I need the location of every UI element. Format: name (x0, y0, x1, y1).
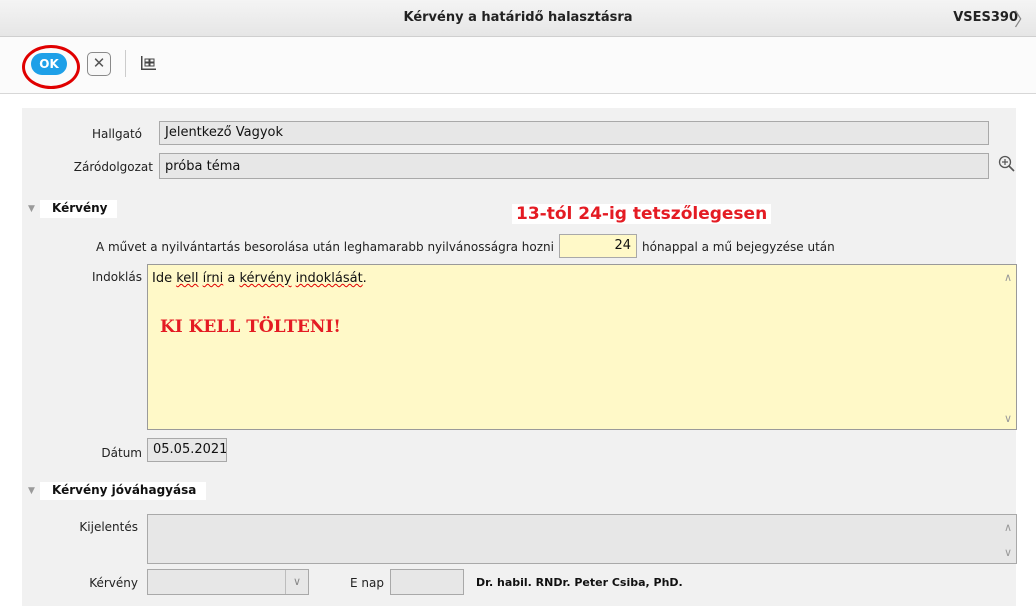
request-select-label: Kérvény (89, 576, 138, 590)
zoom-in-icon[interactable] (998, 155, 1016, 173)
months-suffix: hónappal a mű bejegyzése után (642, 240, 835, 254)
date-field: 05.05.2021 (147, 438, 227, 462)
title-bar: Kérvény a határidő halasztásra VSES390 〉 (0, 0, 1036, 37)
chevron-right-icon[interactable]: 〉 (1014, 6, 1032, 32)
statement-field: ∧ ∨ (147, 514, 1017, 564)
months-input[interactable]: 24 (559, 234, 637, 258)
window-title: Kérvény a határidő halasztásra (403, 10, 633, 25)
reason-text-part: indoklását (295, 271, 363, 286)
reason-text-part: Ide (152, 271, 177, 286)
approval-section-title: Kérvény jóváhagyása (40, 482, 207, 500)
collapse-triangle-icon[interactable]: ▼ (28, 204, 35, 214)
scroll-up-icon[interactable]: ∧ (1004, 521, 1012, 534)
date-label: Dátum (101, 446, 142, 460)
chevron-down-icon[interactable]: ∨ (285, 570, 308, 594)
approver-name: Dr. habil. RNDr. Peter Csiba, PhD. (476, 576, 683, 589)
request-section-title: Kérvény (40, 200, 118, 218)
enap-field (390, 569, 464, 595)
statement-label: Kijelentés (79, 520, 138, 534)
thesis-field: próba téma (159, 153, 989, 179)
reason-textarea[interactable]: Ide kell írni a kérvény indoklását. KI K… (147, 264, 1017, 430)
reason-text-part: kell (176, 271, 199, 286)
scroll-down-icon[interactable]: ∨ (1004, 546, 1012, 559)
toolbar-divider (125, 50, 126, 77)
reason-text-part: írni (202, 271, 224, 286)
reason-warning: KI KELL TÖLTENI! (160, 317, 341, 337)
reason-label: Indoklás (92, 270, 142, 284)
collapse-triangle-icon[interactable]: ▼ (28, 486, 35, 496)
grid-icon[interactable] (139, 55, 157, 71)
reason-text-part: a (223, 271, 240, 286)
approval-section-header[interactable]: ▼ Kérvény jóváhagyása (22, 482, 1016, 502)
student-field: Jelentkező Vagyok (159, 121, 989, 145)
ok-button[interactable]: OK (31, 53, 67, 75)
thesis-label: Záródolgozat (73, 160, 153, 174)
reason-text-part: kérvény (239, 271, 292, 286)
scroll-down-icon[interactable]: ∨ (1004, 412, 1012, 425)
months-label: A művet a nyilvántartás besorolása után … (95, 240, 554, 254)
enap-label: E nap (350, 576, 384, 590)
form-code: VSES390 (953, 10, 1018, 25)
annotation-note: 13-tól 24-ig tetszőlegesen (512, 204, 772, 224)
student-label: Hallgató (91, 127, 142, 141)
request-select[interactable]: ∨ (147, 569, 309, 595)
reason-text: Ide kell írni a kérvény indoklását. (152, 271, 367, 286)
reason-text-part: . (362, 271, 367, 286)
close-icon[interactable]: ✕ (87, 52, 111, 76)
scroll-up-icon[interactable]: ∧ (1004, 271, 1012, 284)
